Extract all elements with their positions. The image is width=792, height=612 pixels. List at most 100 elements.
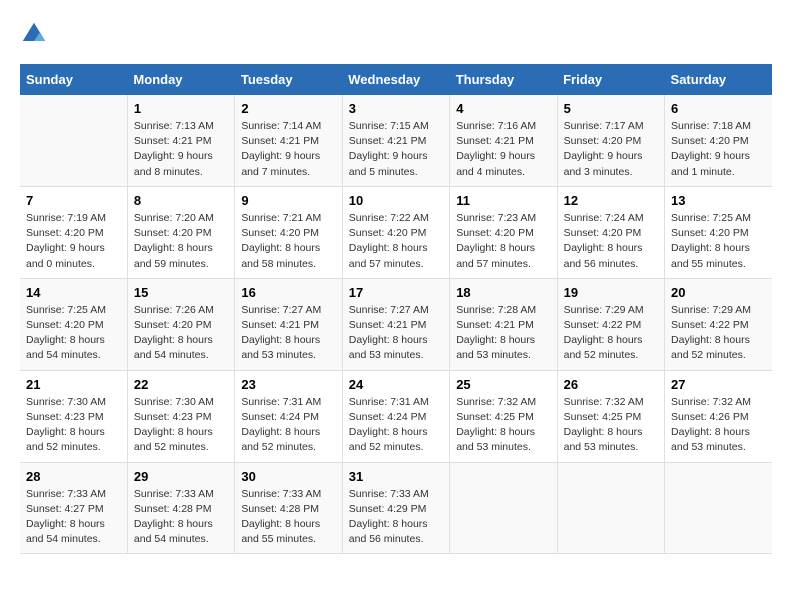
calendar-cell: 11 Sunrise: 7:23 AMSunset: 4:20 PMDaylig… [450, 186, 557, 278]
calendar-cell: 9 Sunrise: 7:21 AMSunset: 4:20 PMDayligh… [235, 186, 342, 278]
day-info: Sunrise: 7:13 AMSunset: 4:21 PMDaylight:… [134, 119, 228, 180]
day-info: Sunrise: 7:29 AMSunset: 4:22 PMDaylight:… [564, 303, 658, 364]
weekday-header-thursday: Thursday [450, 64, 557, 95]
calendar-cell: 12 Sunrise: 7:24 AMSunset: 4:20 PMDaylig… [557, 186, 664, 278]
calendar-cell: 7 Sunrise: 7:19 AMSunset: 4:20 PMDayligh… [20, 186, 127, 278]
calendar-week-row: 14 Sunrise: 7:25 AMSunset: 4:20 PMDaylig… [20, 278, 772, 370]
day-number: 3 [349, 101, 443, 116]
calendar-cell: 24 Sunrise: 7:31 AMSunset: 4:24 PMDaylig… [342, 370, 449, 462]
day-info: Sunrise: 7:27 AMSunset: 4:21 PMDaylight:… [241, 303, 335, 364]
calendar-cell [20, 95, 127, 186]
day-info: Sunrise: 7:19 AMSunset: 4:20 PMDaylight:… [26, 211, 121, 272]
calendar-cell: 26 Sunrise: 7:32 AMSunset: 4:25 PMDaylig… [557, 370, 664, 462]
day-info: Sunrise: 7:27 AMSunset: 4:21 PMDaylight:… [349, 303, 443, 364]
calendar-cell: 18 Sunrise: 7:28 AMSunset: 4:21 PMDaylig… [450, 278, 557, 370]
calendar-cell: 22 Sunrise: 7:30 AMSunset: 4:23 PMDaylig… [127, 370, 234, 462]
weekday-header-saturday: Saturday [665, 64, 772, 95]
day-info: Sunrise: 7:23 AMSunset: 4:20 PMDaylight:… [456, 211, 550, 272]
weekday-header-tuesday: Tuesday [235, 64, 342, 95]
day-number: 13 [671, 193, 766, 208]
calendar-cell [557, 462, 664, 554]
day-info: Sunrise: 7:26 AMSunset: 4:20 PMDaylight:… [134, 303, 228, 364]
day-number: 27 [671, 377, 766, 392]
day-number: 25 [456, 377, 550, 392]
day-number: 26 [564, 377, 658, 392]
day-info: Sunrise: 7:29 AMSunset: 4:22 PMDaylight:… [671, 303, 766, 364]
day-number: 10 [349, 193, 443, 208]
calendar-cell [665, 462, 772, 554]
day-info: Sunrise: 7:32 AMSunset: 4:25 PMDaylight:… [564, 395, 658, 456]
calendar-cell [450, 462, 557, 554]
calendar-week-row: 28 Sunrise: 7:33 AMSunset: 4:27 PMDaylig… [20, 462, 772, 554]
day-info: Sunrise: 7:33 AMSunset: 4:28 PMDaylight:… [134, 487, 228, 548]
day-info: Sunrise: 7:22 AMSunset: 4:20 PMDaylight:… [349, 211, 443, 272]
day-number: 28 [26, 469, 121, 484]
calendar-cell: 27 Sunrise: 7:32 AMSunset: 4:26 PMDaylig… [665, 370, 772, 462]
day-number: 24 [349, 377, 443, 392]
day-number: 20 [671, 285, 766, 300]
day-info: Sunrise: 7:16 AMSunset: 4:21 PMDaylight:… [456, 119, 550, 180]
day-info: Sunrise: 7:28 AMSunset: 4:21 PMDaylight:… [456, 303, 550, 364]
day-number: 1 [134, 101, 228, 116]
day-info: Sunrise: 7:32 AMSunset: 4:25 PMDaylight:… [456, 395, 550, 456]
calendar-cell: 1 Sunrise: 7:13 AMSunset: 4:21 PMDayligh… [127, 95, 234, 186]
calendar-cell: 13 Sunrise: 7:25 AMSunset: 4:20 PMDaylig… [665, 186, 772, 278]
calendar-cell: 6 Sunrise: 7:18 AMSunset: 4:20 PMDayligh… [665, 95, 772, 186]
day-number: 30 [241, 469, 335, 484]
day-info: Sunrise: 7:30 AMSunset: 4:23 PMDaylight:… [134, 395, 228, 456]
day-info: Sunrise: 7:17 AMSunset: 4:20 PMDaylight:… [564, 119, 658, 180]
calendar-cell: 3 Sunrise: 7:15 AMSunset: 4:21 PMDayligh… [342, 95, 449, 186]
weekday-header-friday: Friday [557, 64, 664, 95]
day-number: 8 [134, 193, 228, 208]
calendar-cell: 8 Sunrise: 7:20 AMSunset: 4:20 PMDayligh… [127, 186, 234, 278]
weekday-header-sunday: Sunday [20, 64, 127, 95]
day-info: Sunrise: 7:30 AMSunset: 4:23 PMDaylight:… [26, 395, 121, 456]
day-number: 18 [456, 285, 550, 300]
logo [20, 20, 52, 48]
day-number: 14 [26, 285, 121, 300]
day-number: 9 [241, 193, 335, 208]
day-number: 31 [349, 469, 443, 484]
day-info: Sunrise: 7:33 AMSunset: 4:28 PMDaylight:… [241, 487, 335, 548]
calendar-cell: 25 Sunrise: 7:32 AMSunset: 4:25 PMDaylig… [450, 370, 557, 462]
weekday-header-wednesday: Wednesday [342, 64, 449, 95]
calendar-cell: 30 Sunrise: 7:33 AMSunset: 4:28 PMDaylig… [235, 462, 342, 554]
day-info: Sunrise: 7:20 AMSunset: 4:20 PMDaylight:… [134, 211, 228, 272]
day-number: 17 [349, 285, 443, 300]
day-info: Sunrise: 7:15 AMSunset: 4:21 PMDaylight:… [349, 119, 443, 180]
day-number: 29 [134, 469, 228, 484]
calendar-cell: 10 Sunrise: 7:22 AMSunset: 4:20 PMDaylig… [342, 186, 449, 278]
day-number: 23 [241, 377, 335, 392]
day-info: Sunrise: 7:31 AMSunset: 4:24 PMDaylight:… [349, 395, 443, 456]
day-info: Sunrise: 7:14 AMSunset: 4:21 PMDaylight:… [241, 119, 335, 180]
day-number: 22 [134, 377, 228, 392]
day-info: Sunrise: 7:33 AMSunset: 4:29 PMDaylight:… [349, 487, 443, 548]
calendar-cell: 5 Sunrise: 7:17 AMSunset: 4:20 PMDayligh… [557, 95, 664, 186]
day-number: 11 [456, 193, 550, 208]
day-number: 21 [26, 377, 121, 392]
weekday-header-row: SundayMondayTuesdayWednesdayThursdayFrid… [20, 64, 772, 95]
day-number: 6 [671, 101, 766, 116]
day-info: Sunrise: 7:21 AMSunset: 4:20 PMDaylight:… [241, 211, 335, 272]
day-number: 5 [564, 101, 658, 116]
calendar-cell: 28 Sunrise: 7:33 AMSunset: 4:27 PMDaylig… [20, 462, 127, 554]
calendar-cell: 20 Sunrise: 7:29 AMSunset: 4:22 PMDaylig… [665, 278, 772, 370]
day-info: Sunrise: 7:25 AMSunset: 4:20 PMDaylight:… [26, 303, 121, 364]
calendar-cell: 2 Sunrise: 7:14 AMSunset: 4:21 PMDayligh… [235, 95, 342, 186]
day-info: Sunrise: 7:31 AMSunset: 4:24 PMDaylight:… [241, 395, 335, 456]
calendar-cell: 17 Sunrise: 7:27 AMSunset: 4:21 PMDaylig… [342, 278, 449, 370]
calendar-cell: 14 Sunrise: 7:25 AMSunset: 4:20 PMDaylig… [20, 278, 127, 370]
weekday-header-monday: Monday [127, 64, 234, 95]
calendar-cell: 21 Sunrise: 7:30 AMSunset: 4:23 PMDaylig… [20, 370, 127, 462]
logo-icon [20, 20, 48, 48]
day-number: 15 [134, 285, 228, 300]
page-header [20, 20, 772, 48]
calendar-cell: 29 Sunrise: 7:33 AMSunset: 4:28 PMDaylig… [127, 462, 234, 554]
day-info: Sunrise: 7:25 AMSunset: 4:20 PMDaylight:… [671, 211, 766, 272]
day-number: 19 [564, 285, 658, 300]
calendar-cell: 4 Sunrise: 7:16 AMSunset: 4:21 PMDayligh… [450, 95, 557, 186]
calendar-cell: 16 Sunrise: 7:27 AMSunset: 4:21 PMDaylig… [235, 278, 342, 370]
day-info: Sunrise: 7:32 AMSunset: 4:26 PMDaylight:… [671, 395, 766, 456]
day-number: 7 [26, 193, 121, 208]
calendar-cell: 31 Sunrise: 7:33 AMSunset: 4:29 PMDaylig… [342, 462, 449, 554]
